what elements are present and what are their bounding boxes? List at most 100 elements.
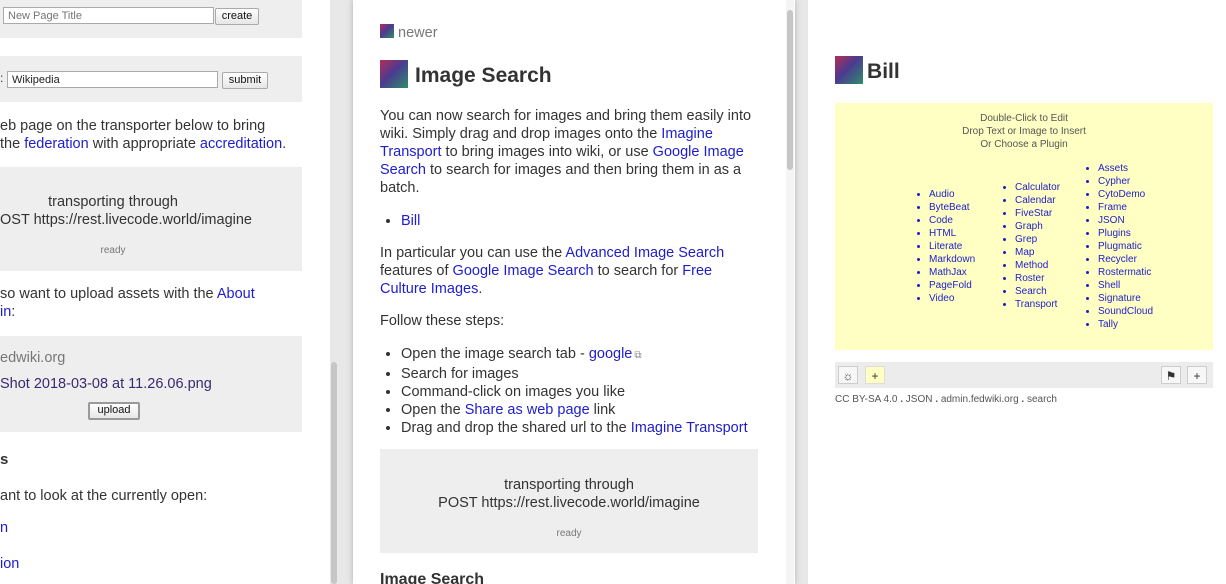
- separator: .: [1021, 394, 1025, 405]
- plugin-option[interactable]: Graph: [1015, 220, 1060, 233]
- add-icon[interactable]: +: [1187, 366, 1207, 384]
- new-page-title-input[interactable]: [3, 7, 214, 24]
- separator: .: [935, 394, 939, 405]
- middle-wiki-page: newer Image Search You can now search fo…: [353, 0, 795, 584]
- plugin-option[interactable]: Frame: [1098, 201, 1153, 214]
- license-link[interactable]: CC BY-SA 4.0: [835, 394, 897, 405]
- plugin-column: AudioByteBeatCodeHTMLLiterateMarkdownMat…: [915, 188, 975, 305]
- create-button[interactable]: create: [215, 8, 259, 25]
- plugin-option[interactable]: Calculator: [1015, 181, 1060, 194]
- plugin-option[interactable]: Method: [1015, 259, 1060, 272]
- left-scroll-thumb[interactable]: [331, 362, 337, 584]
- plugin-option[interactable]: PageFold: [929, 279, 975, 292]
- about-link[interactable]: About: [217, 286, 255, 302]
- transport-status: ready: [556, 528, 582, 539]
- plugin-option[interactable]: ByteBeat: [929, 201, 975, 214]
- transport-line-2: POST https://rest.livecode.world/imagine: [438, 495, 700, 511]
- plugin-option[interactable]: Tally: [1098, 318, 1153, 331]
- para-text: so want to upload assets with the: [0, 286, 217, 302]
- left-wiki-page: create : Wikipedia submit eb page on the…: [0, 0, 330, 584]
- plugin-option[interactable]: Transport: [1015, 298, 1060, 311]
- para-text: to search for images and then bring them…: [380, 162, 742, 196]
- advanced-image-search-link[interactable]: Advanced Image Search: [565, 245, 724, 261]
- accreditation-link[interactable]: accreditation: [200, 136, 282, 152]
- wiki-label: :: [0, 71, 4, 85]
- plugin-option[interactable]: HTML: [929, 227, 975, 240]
- google-link[interactable]: google: [589, 346, 633, 362]
- plugin-option[interactable]: Shell: [1098, 279, 1153, 292]
- gear-icon[interactable]: ☼: [838, 366, 858, 384]
- middle-scroll-thumb[interactable]: [787, 10, 793, 170]
- newer-link[interactable]: newer: [380, 24, 438, 41]
- section-heading: Image Search: [380, 571, 485, 584]
- plugin-option[interactable]: Code: [929, 214, 975, 227]
- para-text: with appropriate: [88, 136, 200, 152]
- step-text: Command-click on images you like: [401, 384, 626, 400]
- page-header: Bill: [835, 56, 900, 84]
- wiki-input[interactable]: Wikipedia: [7, 71, 218, 88]
- plugin-option[interactable]: Markdown: [929, 253, 975, 266]
- para-text: .: [478, 281, 483, 297]
- open-pages-paragraph: ant to look at the currently open:: [0, 488, 208, 504]
- plugin-option[interactable]: SoundCloud: [1098, 305, 1153, 318]
- step-text: Open the: [401, 402, 465, 418]
- steps-list: Open the image search tab - google⧉ Sear…: [380, 345, 748, 437]
- plugin-option[interactable]: Cypher: [1098, 175, 1153, 188]
- plugin-option[interactable]: Signature: [1098, 292, 1153, 305]
- open-page-link[interactable]: n: [0, 520, 8, 536]
- page-header: Image Search: [380, 60, 552, 88]
- plugin-option[interactable]: Calendar: [1015, 194, 1060, 207]
- plugin-option[interactable]: JSON: [1098, 214, 1153, 227]
- factory-plugin-box[interactable]: Double-Click to Edit Drop Text or Image …: [835, 103, 1213, 350]
- site-flag-icon[interactable]: [835, 56, 863, 84]
- transport-line-1: transporting through: [48, 194, 178, 210]
- plugin-option[interactable]: Assets: [1098, 162, 1153, 175]
- add-factory-icon[interactable]: +: [865, 366, 885, 384]
- plugin-column: CalculatorCalendarFiveStarGraphGrepMapMe…: [1001, 181, 1060, 311]
- federation-link[interactable]: federation: [24, 136, 89, 152]
- left-scrollbar[interactable]: [330, 0, 338, 584]
- plugin-option[interactable]: Recycler: [1098, 253, 1153, 266]
- plugin-column: AssetsCypherCytoDemoFrameJSONPluginsPlug…: [1084, 162, 1153, 331]
- factory-hint: Drop Text or Image to Insert: [962, 126, 1086, 137]
- plugin-option[interactable]: Search: [1015, 285, 1060, 298]
- plugin-option[interactable]: Literate: [929, 240, 975, 253]
- para-text: to search for: [593, 263, 683, 279]
- asset-file-link[interactable]: Shot 2018-03-08 at 11.26.06.png: [0, 376, 212, 392]
- plugin-link[interactable]: in: [0, 304, 11, 320]
- submit-button[interactable]: submit: [222, 72, 268, 89]
- json-link[interactable]: JSON: [906, 394, 933, 405]
- plugin-option[interactable]: CytoDemo: [1098, 188, 1153, 201]
- middle-scrollbar[interactable]: [786, 0, 794, 584]
- page-title: Bill: [867, 60, 900, 83]
- open-page-link[interactable]: ion: [0, 556, 19, 572]
- search-link[interactable]: search: [1027, 394, 1057, 405]
- para-line: eb page on the transporter below to brin…: [0, 118, 266, 134]
- google-image-search-link[interactable]: Google Image Search: [453, 263, 594, 279]
- flag-icon[interactable]: ⚑: [1161, 366, 1181, 384]
- para-text: :: [11, 304, 16, 320]
- plugin-option[interactable]: FiveStar: [1015, 207, 1060, 220]
- share-as-web-page-link[interactable]: Share as web page: [465, 402, 590, 418]
- plugin-option[interactable]: Plugmatic: [1098, 240, 1153, 253]
- page-footer-toolbar: ☼ + ⚑ +: [835, 362, 1213, 388]
- site-flag-icon[interactable]: [380, 60, 408, 88]
- upload-button[interactable]: upload: [88, 402, 140, 420]
- external-link-icon: ⧉: [634, 350, 642, 361]
- site-link[interactable]: admin.fedwiki.org: [941, 394, 1019, 405]
- plugin-option[interactable]: Audio: [929, 188, 975, 201]
- plugin-option[interactable]: Roster: [1015, 272, 1060, 285]
- para-line: the: [0, 136, 25, 152]
- site-flag-icon: [380, 24, 394, 38]
- plugin-option[interactable]: Rostermatic: [1098, 266, 1153, 279]
- plugin-option[interactable]: Plugins: [1098, 227, 1153, 240]
- imagine-transport-link[interactable]: Imagine Transport: [631, 420, 748, 436]
- list-item: Search for images: [401, 365, 748, 383]
- plugin-option[interactable]: Map: [1015, 246, 1060, 259]
- plugin-option[interactable]: Video: [929, 292, 975, 305]
- section-heading: s: [0, 451, 9, 468]
- bill-link[interactable]: Bill: [401, 213, 420, 229]
- plugin-option[interactable]: MathJax: [929, 266, 975, 279]
- plugin-option[interactable]: Grep: [1015, 233, 1060, 246]
- intro-paragraph: You can now search for images and bring …: [380, 107, 760, 197]
